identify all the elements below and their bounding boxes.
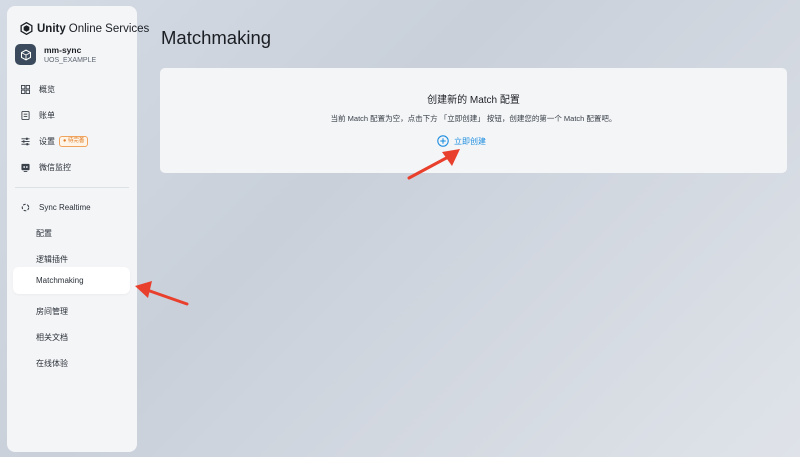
service-header-sync-realtime[interactable]: Sync Realtime (7, 195, 137, 219)
status-badge: ● 待完善 (59, 135, 89, 147)
monitor-icon (21, 163, 30, 172)
sidebar-item-label: 配置 (36, 228, 52, 238)
nav-item-billing[interactable]: 账单 (7, 103, 137, 127)
sidebar-item-label: 逻辑插件 (36, 254, 68, 264)
sidebar-item-online-trial[interactable]: 在线体验 (7, 351, 137, 375)
sidebar-item-label: 在线体验 (36, 358, 68, 368)
sidebar: Unity Online Services mm-sync UOS_EXAMPL… (7, 6, 149, 452)
receipt-icon (21, 110, 30, 120)
nav-item-settings[interactable]: 设置 ● 待完善 (7, 129, 137, 153)
sidebar-item-label: 相关文档 (36, 332, 68, 342)
nav-item-wechat-monitor[interactable]: 微信监控 (7, 155, 137, 179)
annotation-arrow-icon (135, 281, 189, 306)
warning-icon: ● (63, 137, 67, 144)
nav-label-wechat-monitor: 微信监控 (39, 162, 71, 172)
sync-icon (21, 203, 30, 212)
nav-label-settings: 设置 (39, 136, 55, 146)
nav-label-billing: 账单 (39, 110, 55, 120)
empty-state-title: 创建新的 Match 配置 (427, 95, 520, 106)
sidebar-item-matchmaking[interactable]: Matchmaking (13, 267, 130, 294)
brand-logo[interactable]: Unity Online Services (20, 22, 149, 35)
sidebar-divider (15, 187, 129, 188)
empty-state-card: 创建新的 Match 配置 当前 Match 配置为空，点击下方 「立即创建」 … (160, 68, 787, 173)
sidebar-item-room-management[interactable]: 房间管理 (7, 299, 137, 323)
status-badge-label: 待完善 (67, 137, 85, 144)
sidebar-item-label: 房间管理 (36, 306, 68, 316)
sliders-icon (21, 137, 30, 146)
project-switcher[interactable]: mm-sync UOS_EXAMPLE (15, 44, 96, 65)
sidebar-item-label: Matchmaking (36, 276, 84, 285)
nav-item-overview[interactable]: 概览 (7, 77, 137, 101)
grid-icon (21, 84, 30, 94)
sidebar-item-config[interactable]: 配置 (7, 221, 137, 245)
empty-state-description: 当前 Match 配置为空，点击下方 「立即创建」 按钮，创建您的第一个 Mat… (330, 114, 617, 123)
create-now-label: 立即创建 (454, 136, 486, 146)
brand-suffix: Online Services (68, 22, 150, 35)
unity-logo-icon (20, 22, 33, 35)
page-title: Matchmaking (161, 27, 272, 48)
annotation-arrow-icon (407, 149, 460, 180)
nav-label-overview: 概览 (39, 84, 55, 94)
cube-icon (20, 49, 31, 60)
project-name: mm-sync (44, 45, 82, 55)
brand-name: Unity (37, 22, 66, 35)
sidebar-item-docs[interactable]: 相关文档 (7, 325, 137, 349)
project-id: UOS_EXAMPLE (44, 57, 97, 64)
project-avatar (15, 44, 36, 65)
service-name: Sync Realtime (39, 202, 91, 212)
